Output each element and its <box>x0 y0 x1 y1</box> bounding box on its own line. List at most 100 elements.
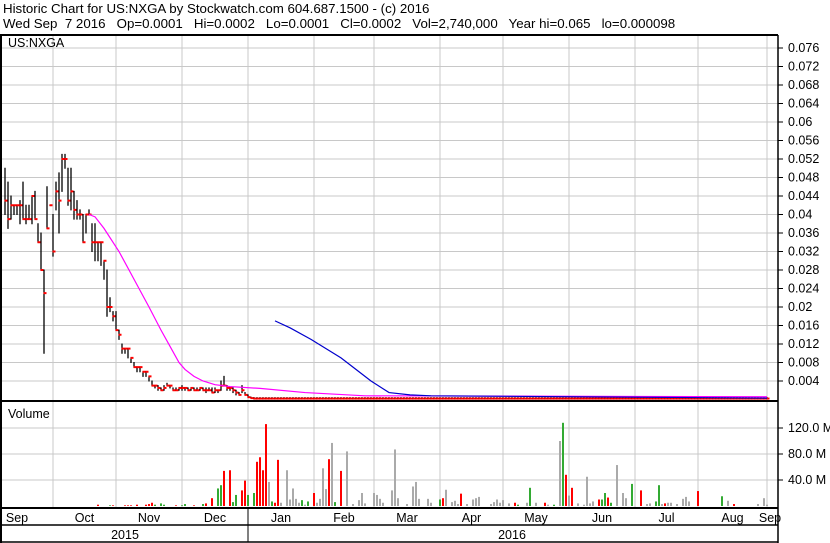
volume-bar <box>565 474 567 506</box>
close-tick <box>346 397 350 400</box>
volume-bar <box>412 486 414 506</box>
volume-bar <box>325 489 327 506</box>
volume-bar <box>160 503 162 506</box>
close-tick <box>595 397 599 400</box>
price-tick-label: 0.072 <box>788 60 819 74</box>
volume-bar <box>244 480 246 506</box>
volume-bar <box>757 504 759 506</box>
close-tick <box>112 315 116 318</box>
close-tick <box>529 397 533 400</box>
close-tick <box>289 397 293 400</box>
close-tick <box>364 397 368 400</box>
close-tick <box>460 397 464 400</box>
close-tick <box>604 397 608 400</box>
close-tick <box>463 397 467 400</box>
month-label: Dec <box>204 511 226 525</box>
volume-bar <box>502 500 504 506</box>
close-tick <box>466 397 470 400</box>
close-tick <box>379 397 383 400</box>
price-tick-label: 0.06 <box>788 115 812 129</box>
close-tick <box>586 397 590 400</box>
close-tick <box>373 397 377 400</box>
close-tick <box>136 366 140 369</box>
month-label: Oct <box>75 511 95 525</box>
moving-average-short <box>88 213 768 398</box>
close-tick <box>499 397 503 400</box>
close-tick <box>355 397 359 400</box>
volume-bar <box>649 503 651 506</box>
close-tick <box>298 397 302 400</box>
close-tick <box>319 397 323 400</box>
close-tick <box>613 397 617 400</box>
volume-bar <box>382 502 384 506</box>
close-tick <box>520 397 524 400</box>
close-tick <box>271 397 275 400</box>
close-tick <box>559 397 563 400</box>
volume-bar <box>763 498 765 506</box>
volume-bar <box>271 501 273 506</box>
close-tick <box>184 386 188 389</box>
volume-bar <box>109 505 111 506</box>
close-tick <box>334 397 338 400</box>
volume-bar <box>262 470 264 506</box>
volume-bar <box>223 470 225 506</box>
volume-bar <box>184 504 186 506</box>
close-tick <box>301 397 305 400</box>
close-tick <box>601 397 605 400</box>
close-tick <box>514 397 518 400</box>
volume-bar <box>289 499 291 506</box>
close-tick <box>538 397 542 400</box>
close-tick <box>97 241 101 244</box>
volume-bar <box>112 505 114 506</box>
volume-bar <box>175 505 177 506</box>
close-tick <box>325 397 329 400</box>
volume-bar <box>457 504 459 506</box>
close-tick <box>352 397 356 400</box>
volume-bar <box>298 502 300 506</box>
close-tick <box>61 158 65 160</box>
close-tick <box>175 389 179 392</box>
close-tick <box>13 204 17 207</box>
close-tick <box>169 384 173 387</box>
close-tick <box>418 397 422 400</box>
close-tick <box>403 397 407 400</box>
close-tick <box>37 241 41 244</box>
close-tick <box>421 397 425 400</box>
volume-bar <box>376 494 378 506</box>
volume-bar <box>211 498 213 506</box>
price-tick-label: 0.008 <box>788 356 819 370</box>
close-tick <box>532 397 536 400</box>
year-label: 2015 <box>111 528 139 542</box>
close-tick <box>79 213 83 216</box>
close-tick <box>568 397 572 400</box>
close-tick <box>43 292 47 295</box>
volume-bar <box>490 504 492 506</box>
volume-bar <box>547 504 549 506</box>
close-tick <box>517 397 521 400</box>
volume-bar <box>217 488 219 506</box>
close-tick <box>73 208 77 211</box>
volume-bar <box>136 504 138 506</box>
grid <box>0 36 778 508</box>
close-tick <box>268 397 272 400</box>
price-tick-label: 0.024 <box>788 282 819 296</box>
close-tick <box>409 397 413 400</box>
volume-bar <box>727 500 729 506</box>
close-tick <box>457 397 461 400</box>
volume-bar <box>205 503 207 506</box>
volume-bar <box>766 504 768 506</box>
volume-bar <box>286 470 288 506</box>
close-tick <box>109 306 113 308</box>
volume-bar <box>544 502 546 506</box>
price-tick-label: 0.068 <box>788 78 819 92</box>
close-tick <box>502 397 506 400</box>
close-tick <box>598 397 602 400</box>
volume-bar <box>241 490 243 506</box>
volume-bar <box>586 476 588 506</box>
close-tick <box>94 241 98 244</box>
close-tick <box>292 397 296 400</box>
close-tick <box>478 397 482 400</box>
volume-bar <box>373 493 375 506</box>
close-tick <box>214 389 218 392</box>
volume-bar <box>304 504 306 506</box>
